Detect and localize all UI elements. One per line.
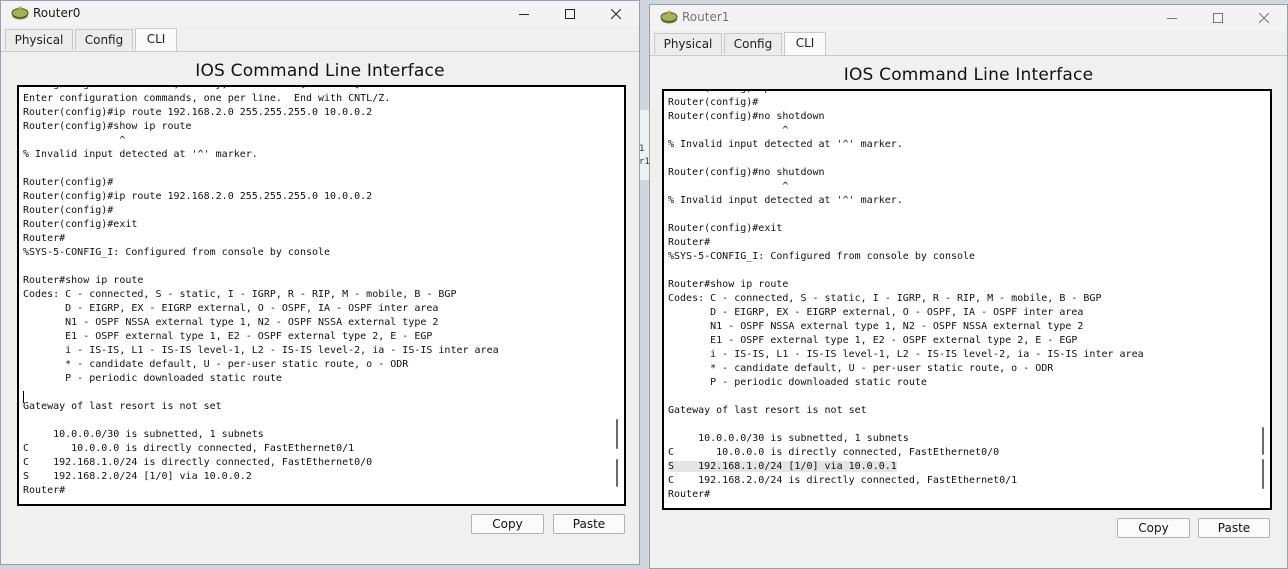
minimize-icon: [1167, 17, 1177, 19]
cli-heading: IOS Command Line Interface: [195, 61, 445, 81]
scrollbar-thumb[interactable]: [616, 419, 618, 449]
maximize-button[interactable]: [1195, 5, 1241, 30]
selected-route-line: S 192.168.1.0/24 [1/0] via 10.0.0.1: [668, 461, 897, 472]
cli-terminal[interactable]: Router(config)#ip route 192.168.1.0 255.…: [662, 89, 1272, 510]
terminal-output-selected: S 192.168.1.0/24 [1/0] via 10.0.0.1: [668, 460, 897, 474]
terminal-output: Router(config)#ip route 192.168.1.0 255.…: [668, 91, 1144, 458]
tab-bar: Physical Config CLI: [650, 30, 1287, 56]
tab-config[interactable]: Config: [724, 33, 782, 54]
terminal-scrollbar[interactable]: [1259, 91, 1267, 508]
tab-bar: Physical Config CLI: [1, 26, 639, 52]
scrollbar-thumb[interactable]: [616, 459, 618, 487]
paste-button[interactable]: Paste: [553, 514, 625, 534]
close-icon: [1259, 12, 1269, 23]
terminal-output-tail: C 192.168.2.0/24 is directly connected, …: [668, 475, 1018, 500]
maximize-icon: [1213, 12, 1223, 23]
tab-physical[interactable]: Physical: [654, 33, 722, 54]
maximize-button[interactable]: [547, 1, 593, 26]
window-title: Router1: [682, 10, 730, 24]
terminal-scrollbar[interactable]: [613, 87, 621, 504]
paste-button[interactable]: Paste: [1198, 518, 1270, 538]
cli-heading: IOS Command Line Interface: [843, 65, 1094, 85]
maximize-icon: [565, 8, 575, 19]
router-app-icon: [11, 6, 29, 20]
close-button[interactable]: [593, 1, 639, 26]
minimize-icon: [519, 13, 529, 15]
tab-config[interactable]: Config: [75, 29, 133, 50]
title-bar[interactable]: Router0: [1, 1, 639, 26]
close-button[interactable]: [1241, 5, 1287, 30]
copy-button[interactable]: Copy: [471, 514, 544, 534]
copy-button[interactable]: Copy: [1117, 518, 1190, 538]
router1-window: Router1 Physical Config CLI IOS Command …: [649, 4, 1288, 569]
tab-physical[interactable]: Physical: [5, 29, 73, 50]
router0-window: Router0 Physical Config CLI IOS Command …: [0, 0, 640, 565]
terminal-output: Configuring from terminal, memory, or ne…: [23, 87, 499, 496]
scrollbar-thumb[interactable]: [1262, 459, 1264, 489]
text-cursor: [23, 391, 24, 403]
tab-cli[interactable]: CLI: [135, 28, 177, 51]
tab-cli[interactable]: CLI: [784, 32, 826, 55]
title-bar[interactable]: Router1: [650, 5, 1287, 30]
window-title: Router0: [33, 6, 81, 20]
minimize-button[interactable]: [1149, 5, 1195, 30]
minimize-button[interactable]: [501, 1, 547, 26]
cli-terminal[interactable]: Configuring from terminal, memory, or ne…: [17, 85, 626, 506]
close-icon: [611, 8, 621, 19]
scrollbar-thumb[interactable]: [1262, 427, 1264, 455]
router-app-icon: [660, 10, 678, 24]
